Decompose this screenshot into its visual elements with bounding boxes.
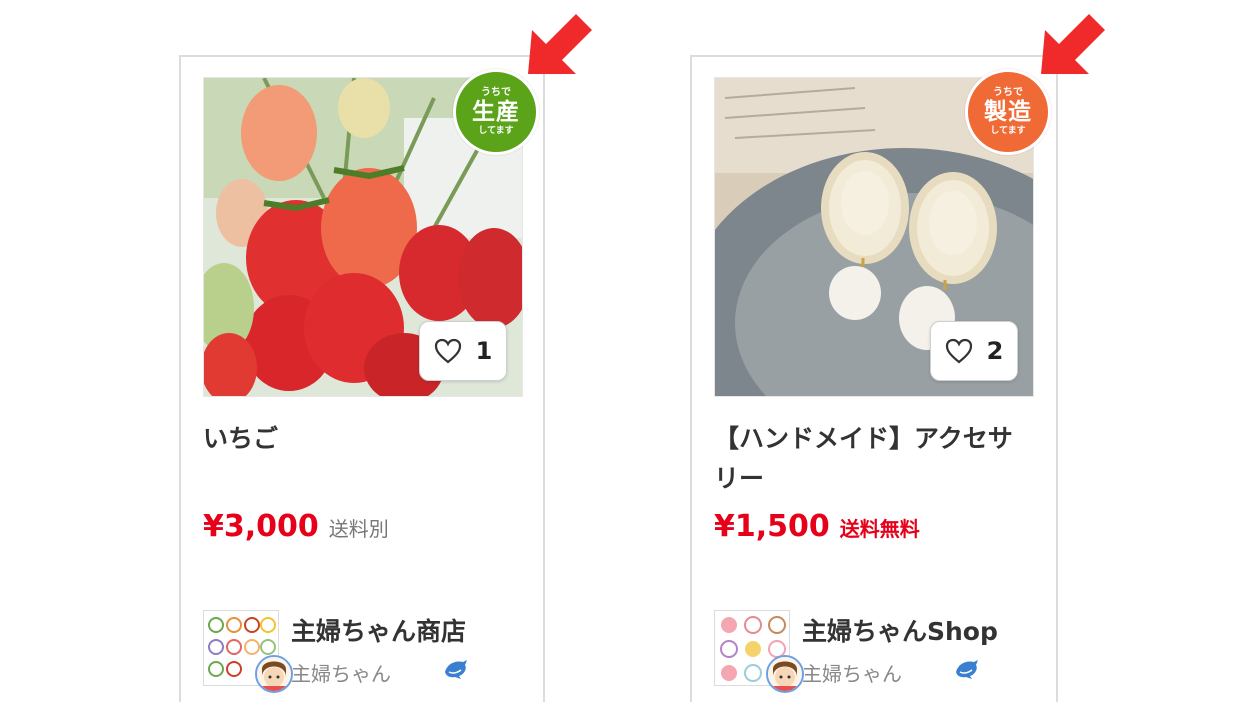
product-title[interactable]: いちご: [203, 419, 523, 459]
dolphin-icon: [956, 660, 978, 679]
product-card[interactable]: うちで 製造 してます 2 【ハンドメイド】アクセサリー ¥1,500 送料無料: [690, 55, 1058, 702]
owner-name: 主婦ちゃん: [291, 662, 391, 686]
badge-top-text: うちで: [993, 87, 1023, 98]
shop-name[interactable]: 主婦ちゃん商店: [291, 612, 466, 648]
avatar[interactable]: [766, 655, 804, 693]
red-arrow-icon: [528, 14, 592, 74]
dolphin-icon: [445, 660, 467, 679]
price-row: ¥1,500 送料無料: [714, 509, 920, 544]
red-arrow-icon: [1041, 14, 1105, 74]
shipping-label: 送料別: [328, 517, 389, 541]
manufacturing-badge: うちで 製造 してます: [965, 69, 1051, 155]
product-card[interactable]: うちで 生産 してます 1 いちご ¥3,000 送料別 主婦ちゃん商店 主婦ち…: [179, 55, 545, 702]
product-price: ¥3,000: [203, 509, 319, 544]
heart-icon: [945, 338, 972, 364]
shop-name[interactable]: 主婦ちゃんShop: [802, 612, 998, 648]
badge-bottom-text: してます: [478, 126, 514, 136]
badge-bottom-text: してます: [990, 126, 1026, 136]
badge-main-text: 生産: [472, 99, 520, 125]
product-price: ¥1,500: [714, 509, 830, 544]
like-count: 1: [475, 337, 493, 365]
shipping-label: 送料無料: [839, 517, 920, 541]
badge-main-text: 製造: [984, 99, 1032, 125]
like-button[interactable]: 1: [419, 321, 507, 381]
like-button[interactable]: 2: [930, 321, 1018, 381]
avatar[interactable]: [255, 655, 293, 693]
product-title[interactable]: 【ハンドメイド】アクセサリー: [714, 419, 1034, 499]
production-badge: うちで 生産 してます: [453, 69, 539, 155]
shop-info[interactable]: 主婦ちゃんShop 主婦ちゃん: [714, 610, 1034, 693]
price-row: ¥3,000 送料別: [203, 509, 389, 544]
like-count: 2: [986, 337, 1004, 365]
owner-name: 主婦ちゃん: [802, 662, 902, 686]
heart-icon: [434, 338, 461, 364]
badge-top-text: うちで: [481, 87, 511, 98]
shop-info[interactable]: 主婦ちゃん商店 主婦ちゃん: [203, 610, 523, 693]
